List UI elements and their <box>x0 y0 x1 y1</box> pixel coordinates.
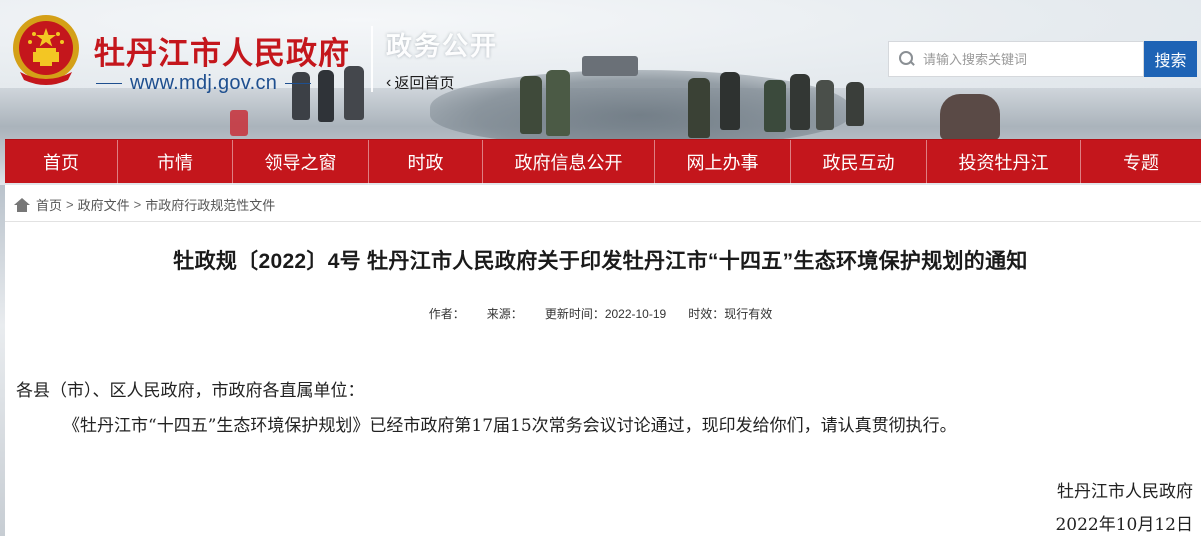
banner-person <box>790 74 810 130</box>
breadcrumb-gov-docs[interactable]: 政府文件 <box>78 195 130 214</box>
banner-person <box>764 80 786 132</box>
article-meta: 作者： 来源： 更新时间：2022-10-19 时效：现行有效 <box>0 305 1201 322</box>
site-url[interactable]: www.mdj.gov.cn <box>130 72 277 95</box>
banner-person <box>846 82 864 126</box>
site-name: 牡丹江市人民政府 <box>94 36 350 71</box>
national-emblem-icon <box>13 15 79 85</box>
home-icon <box>14 197 30 212</box>
nav-item-interaction[interactable]: 政民互动 <box>791 140 927 184</box>
section-name: 政务公开 <box>386 32 499 62</box>
banner-person <box>940 94 1000 140</box>
nav-item-gov-info[interactable]: 政府信息公开 <box>483 140 655 184</box>
chevron-left-icon: ‹ <box>386 73 392 91</box>
breadcrumb-underline <box>5 221 1201 222</box>
breadcrumb-separator: > <box>133 197 142 212</box>
main-nav: 首页 市情 领导之窗 时政 政府信息公开 网上办事 政民互动 投资牡丹江 专题 <box>5 139 1201 184</box>
back-home-label: 返回首页 <box>394 75 455 92</box>
banner-red-figure <box>230 110 248 136</box>
banner-person <box>318 70 334 122</box>
breadcrumb-normative-docs[interactable]: 市政府行政规范性文件 <box>145 195 275 214</box>
banner-person <box>816 80 834 130</box>
breadcrumb-home[interactable]: 首页 <box>36 195 62 214</box>
left-background-strip <box>0 185 5 536</box>
url-dash-left <box>96 83 122 84</box>
search-input[interactable] <box>923 51 1138 67</box>
banner-truck <box>582 56 638 76</box>
signature-date: 2022年10月12日 <box>1055 515 1193 535</box>
article-title: 牡政规〔2022〕4号 牡丹江市人民政府关于印发牡丹江市“十四五”生态环境保护规… <box>173 250 1028 273</box>
banner-fish-pile <box>430 70 850 145</box>
banner-person <box>720 72 740 130</box>
meta-updated: 更新时间：2022-10-19 <box>544 307 667 321</box>
meta-validity: 时效：现行有效 <box>688 307 773 321</box>
search-button[interactable]: 搜索 <box>1144 41 1197 77</box>
banner-person <box>344 66 364 120</box>
nav-item-city-info[interactable]: 市情 <box>118 140 233 184</box>
nav-item-home[interactable]: 首页 <box>5 140 118 184</box>
nav-item-online-services[interactable]: 网上办事 <box>655 140 791 184</box>
banner-person <box>688 78 710 138</box>
meta-source: 来源： <box>486 307 523 321</box>
nav-item-invest[interactable]: 投资牡丹江 <box>927 140 1081 184</box>
nav-item-topics[interactable]: 专题 <box>1081 140 1201 184</box>
breadcrumb-separator: > <box>66 197 74 212</box>
search-icon <box>899 51 915 67</box>
site-url-row: www.mdj.gov.cn <box>96 72 312 95</box>
article-salutation: 各县（市）、区人民政府，市政府各直属单位： <box>16 381 365 401</box>
banner-person <box>546 70 570 136</box>
nav-item-politics[interactable]: 时政 <box>369 140 483 184</box>
signature-org: 牡丹江市人民政府 <box>1057 482 1193 502</box>
back-home-link[interactable]: ‹ 返回首页 <box>386 72 454 93</box>
header-divider <box>371 26 373 92</box>
url-dash-right <box>285 83 312 84</box>
banner-person <box>520 76 542 134</box>
nav-item-leaders[interactable]: 领导之窗 <box>233 140 369 184</box>
article-paragraph: 《牡丹江市“十四五”生态环境保护规划》已经市政府第17届15次常务会议讨论通过，… <box>63 416 957 436</box>
search-box <box>888 41 1144 77</box>
meta-author: 作者： <box>428 307 465 321</box>
breadcrumb: 首页 > 政府文件 > 市政府行政规范性文件 <box>14 195 275 214</box>
